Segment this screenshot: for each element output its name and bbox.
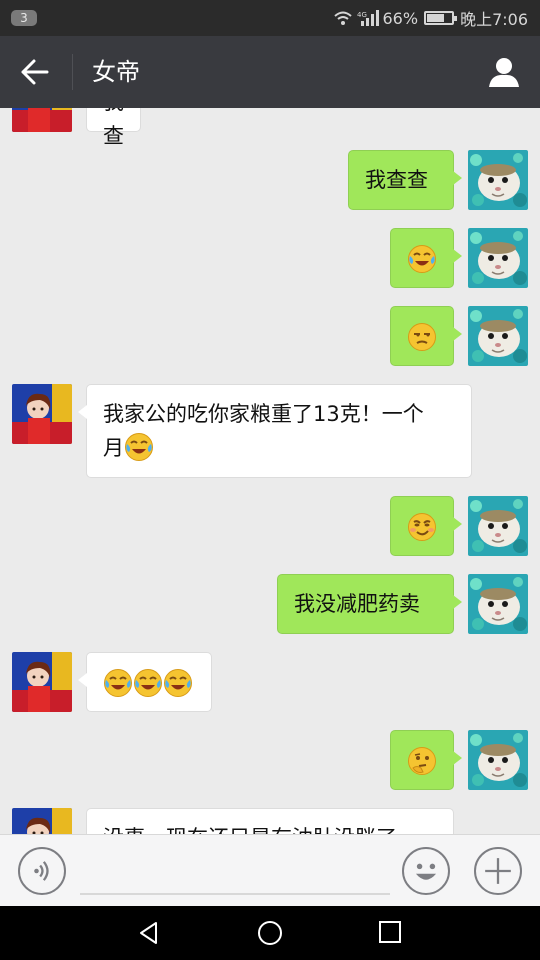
message-text: 我查 bbox=[103, 108, 124, 148]
message-bubble-incoming[interactable] bbox=[78, 652, 212, 712]
chat-title: 女帝 bbox=[92, 58, 140, 86]
my-avatar[interactable] bbox=[468, 228, 528, 288]
message-bubble-incoming[interactable]: 我家公的吃你家粮重了13克！一个 月 bbox=[78, 384, 472, 478]
message-bubble-incoming[interactable]: 没事，现在还只是有油肚没胖了 bbox=[86, 808, 454, 834]
title-divider bbox=[72, 54, 73, 90]
triangle-back-icon[interactable] bbox=[136, 920, 162, 946]
message-text: 我查查 bbox=[365, 168, 428, 192]
square-recent-icon[interactable] bbox=[378, 920, 402, 944]
notification-count-badge: 3 bbox=[11, 10, 37, 26]
message-input[interactable] bbox=[80, 847, 390, 895]
message-bubble-outgoing[interactable] bbox=[390, 228, 462, 288]
battery-icon bbox=[424, 11, 458, 25]
message-text: 我没减肥药卖 bbox=[294, 592, 420, 616]
crying-laughing-emoji-icon bbox=[133, 668, 163, 698]
message-text-line: 月 bbox=[103, 431, 455, 465]
chat-area[interactable]: 我查 我查查 我家公的吃你家粮重了13克！一个 月 bbox=[0, 108, 540, 834]
crying-laughing-emoji-icon bbox=[407, 244, 437, 274]
status-bar: 3 4G 66% 晚上7:06 bbox=[0, 0, 540, 36]
message-bubble-outgoing[interactable]: 我没减肥药卖 bbox=[277, 574, 462, 634]
network-type: 4G bbox=[357, 11, 367, 19]
crying-laughing-emoji-icon bbox=[163, 668, 193, 698]
status-time: 晚上7:06 bbox=[460, 10, 528, 29]
contact-avatar[interactable] bbox=[12, 808, 72, 834]
message-bubble-outgoing[interactable] bbox=[390, 496, 462, 556]
circle-home-icon[interactable] bbox=[257, 920, 283, 946]
message-bubble-incoming[interactable]: 我查 bbox=[86, 108, 141, 148]
wifi-icon bbox=[333, 11, 352, 25]
message-bubble-outgoing[interactable]: 我查查 bbox=[348, 150, 462, 210]
smiley-icon[interactable] bbox=[402, 847, 450, 895]
contact-avatar[interactable] bbox=[12, 652, 72, 712]
crying-laughing-emoji-icon bbox=[103, 668, 133, 698]
navigation-bar bbox=[0, 906, 540, 960]
status-icons: 4G 66% 晚上7:06 bbox=[333, 8, 528, 29]
signal-icon: 4G bbox=[357, 10, 379, 26]
message-text-line: 我家公的吃你家粮重了13克！一个 bbox=[103, 402, 424, 426]
battery-percent: 66% bbox=[382, 8, 419, 28]
contact-avatar[interactable] bbox=[12, 384, 72, 444]
title-bar: 女帝 bbox=[0, 36, 540, 108]
my-avatar[interactable] bbox=[468, 730, 528, 790]
message-bubble-outgoing[interactable] bbox=[390, 306, 462, 366]
message-bubble-outgoing[interactable] bbox=[390, 730, 462, 790]
voice-icon[interactable] bbox=[18, 847, 66, 895]
person-icon[interactable] bbox=[488, 56, 520, 88]
plus-icon[interactable] bbox=[474, 847, 522, 895]
my-avatar[interactable] bbox=[468, 496, 528, 556]
my-avatar[interactable] bbox=[468, 574, 528, 634]
smirk-emoji-icon bbox=[407, 512, 437, 542]
message-text: 没事，现在还只是有油肚没胖了 bbox=[103, 826, 397, 834]
my-avatar[interactable] bbox=[468, 150, 528, 210]
crying-laughing-emoji-icon bbox=[124, 432, 154, 462]
contact-avatar[interactable] bbox=[12, 108, 72, 132]
arrow-left-icon[interactable] bbox=[20, 58, 50, 86]
unamused-emoji-icon bbox=[407, 322, 437, 352]
battery-fill bbox=[427, 14, 445, 22]
my-avatar[interactable] bbox=[468, 306, 528, 366]
thinking-emoji-icon bbox=[407, 746, 437, 776]
input-bar bbox=[0, 834, 540, 906]
